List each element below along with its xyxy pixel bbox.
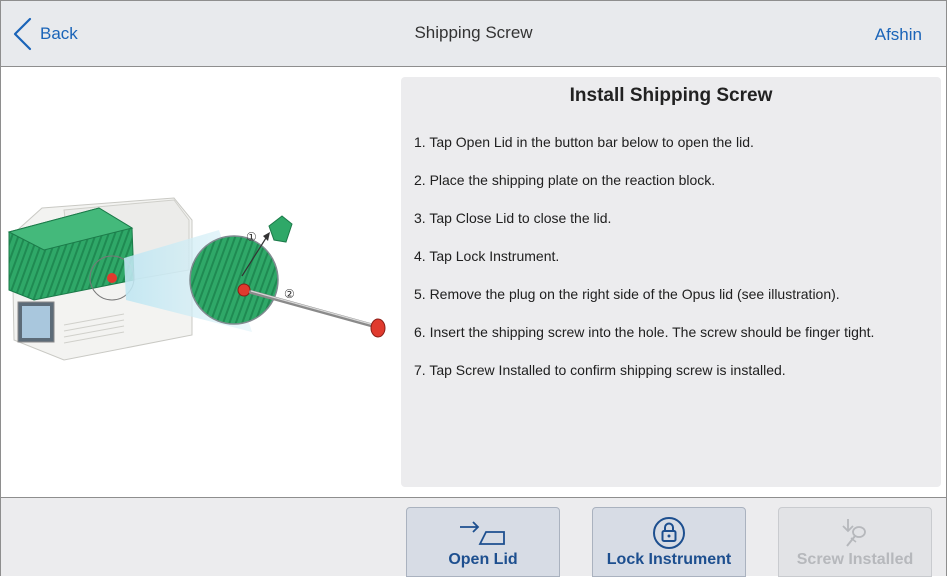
shipping-screw-illustration: ① ② <box>7 197 386 361</box>
open-lid-label: Open Lid <box>448 551 518 568</box>
instruction-step: 5. Remove the plug on the right side of … <box>414 286 840 302</box>
lock-instrument-label: Lock Instrument <box>606 551 732 568</box>
callout-1: ① <box>246 230 257 244</box>
lock-instrument-button[interactable]: Lock Instrument <box>592 507 746 577</box>
callout-2: ② <box>284 287 295 301</box>
instruction-step: 3. Tap Close Lid to close the lid. <box>414 210 612 226</box>
instruction-step: 7. Tap Screw Installed to confirm shippi… <box>414 362 786 378</box>
instruction-step: 4. Tap Lock Instrument. <box>414 248 560 264</box>
open-lid-icon <box>460 521 505 545</box>
header-bar: Back Shipping Screw Afshin <box>1 1 946 67</box>
lock-icon <box>653 517 685 549</box>
screw-icon <box>842 519 866 547</box>
open-lid-button[interactable]: Open Lid <box>406 507 560 577</box>
screw-installed-label: Screw Installed <box>796 551 914 568</box>
button-bar: Open Lid Lock Instrument Screw Installed <box>1 497 946 577</box>
user-name-link[interactable]: Afshin <box>875 25 922 45</box>
instruction-step: 2. Place the shipping plate on the react… <box>414 172 716 188</box>
instruction-step: 1. Tap Open Lid in the button bar below … <box>414 134 754 150</box>
instructions-list: 1. Tap Open Lid in the button bar below … <box>414 133 928 380</box>
screw-installed-button[interactable]: Screw Installed <box>778 507 932 577</box>
page-title: Shipping Screw <box>414 23 533 42</box>
instructions-title: Install Shipping Screw <box>569 85 773 106</box>
instructions-panel: Install Shipping Screw 1. Tap Open Lid i… <box>401 77 941 487</box>
instruction-step: 6. Insert the shipping screw into the ho… <box>414 324 875 340</box>
